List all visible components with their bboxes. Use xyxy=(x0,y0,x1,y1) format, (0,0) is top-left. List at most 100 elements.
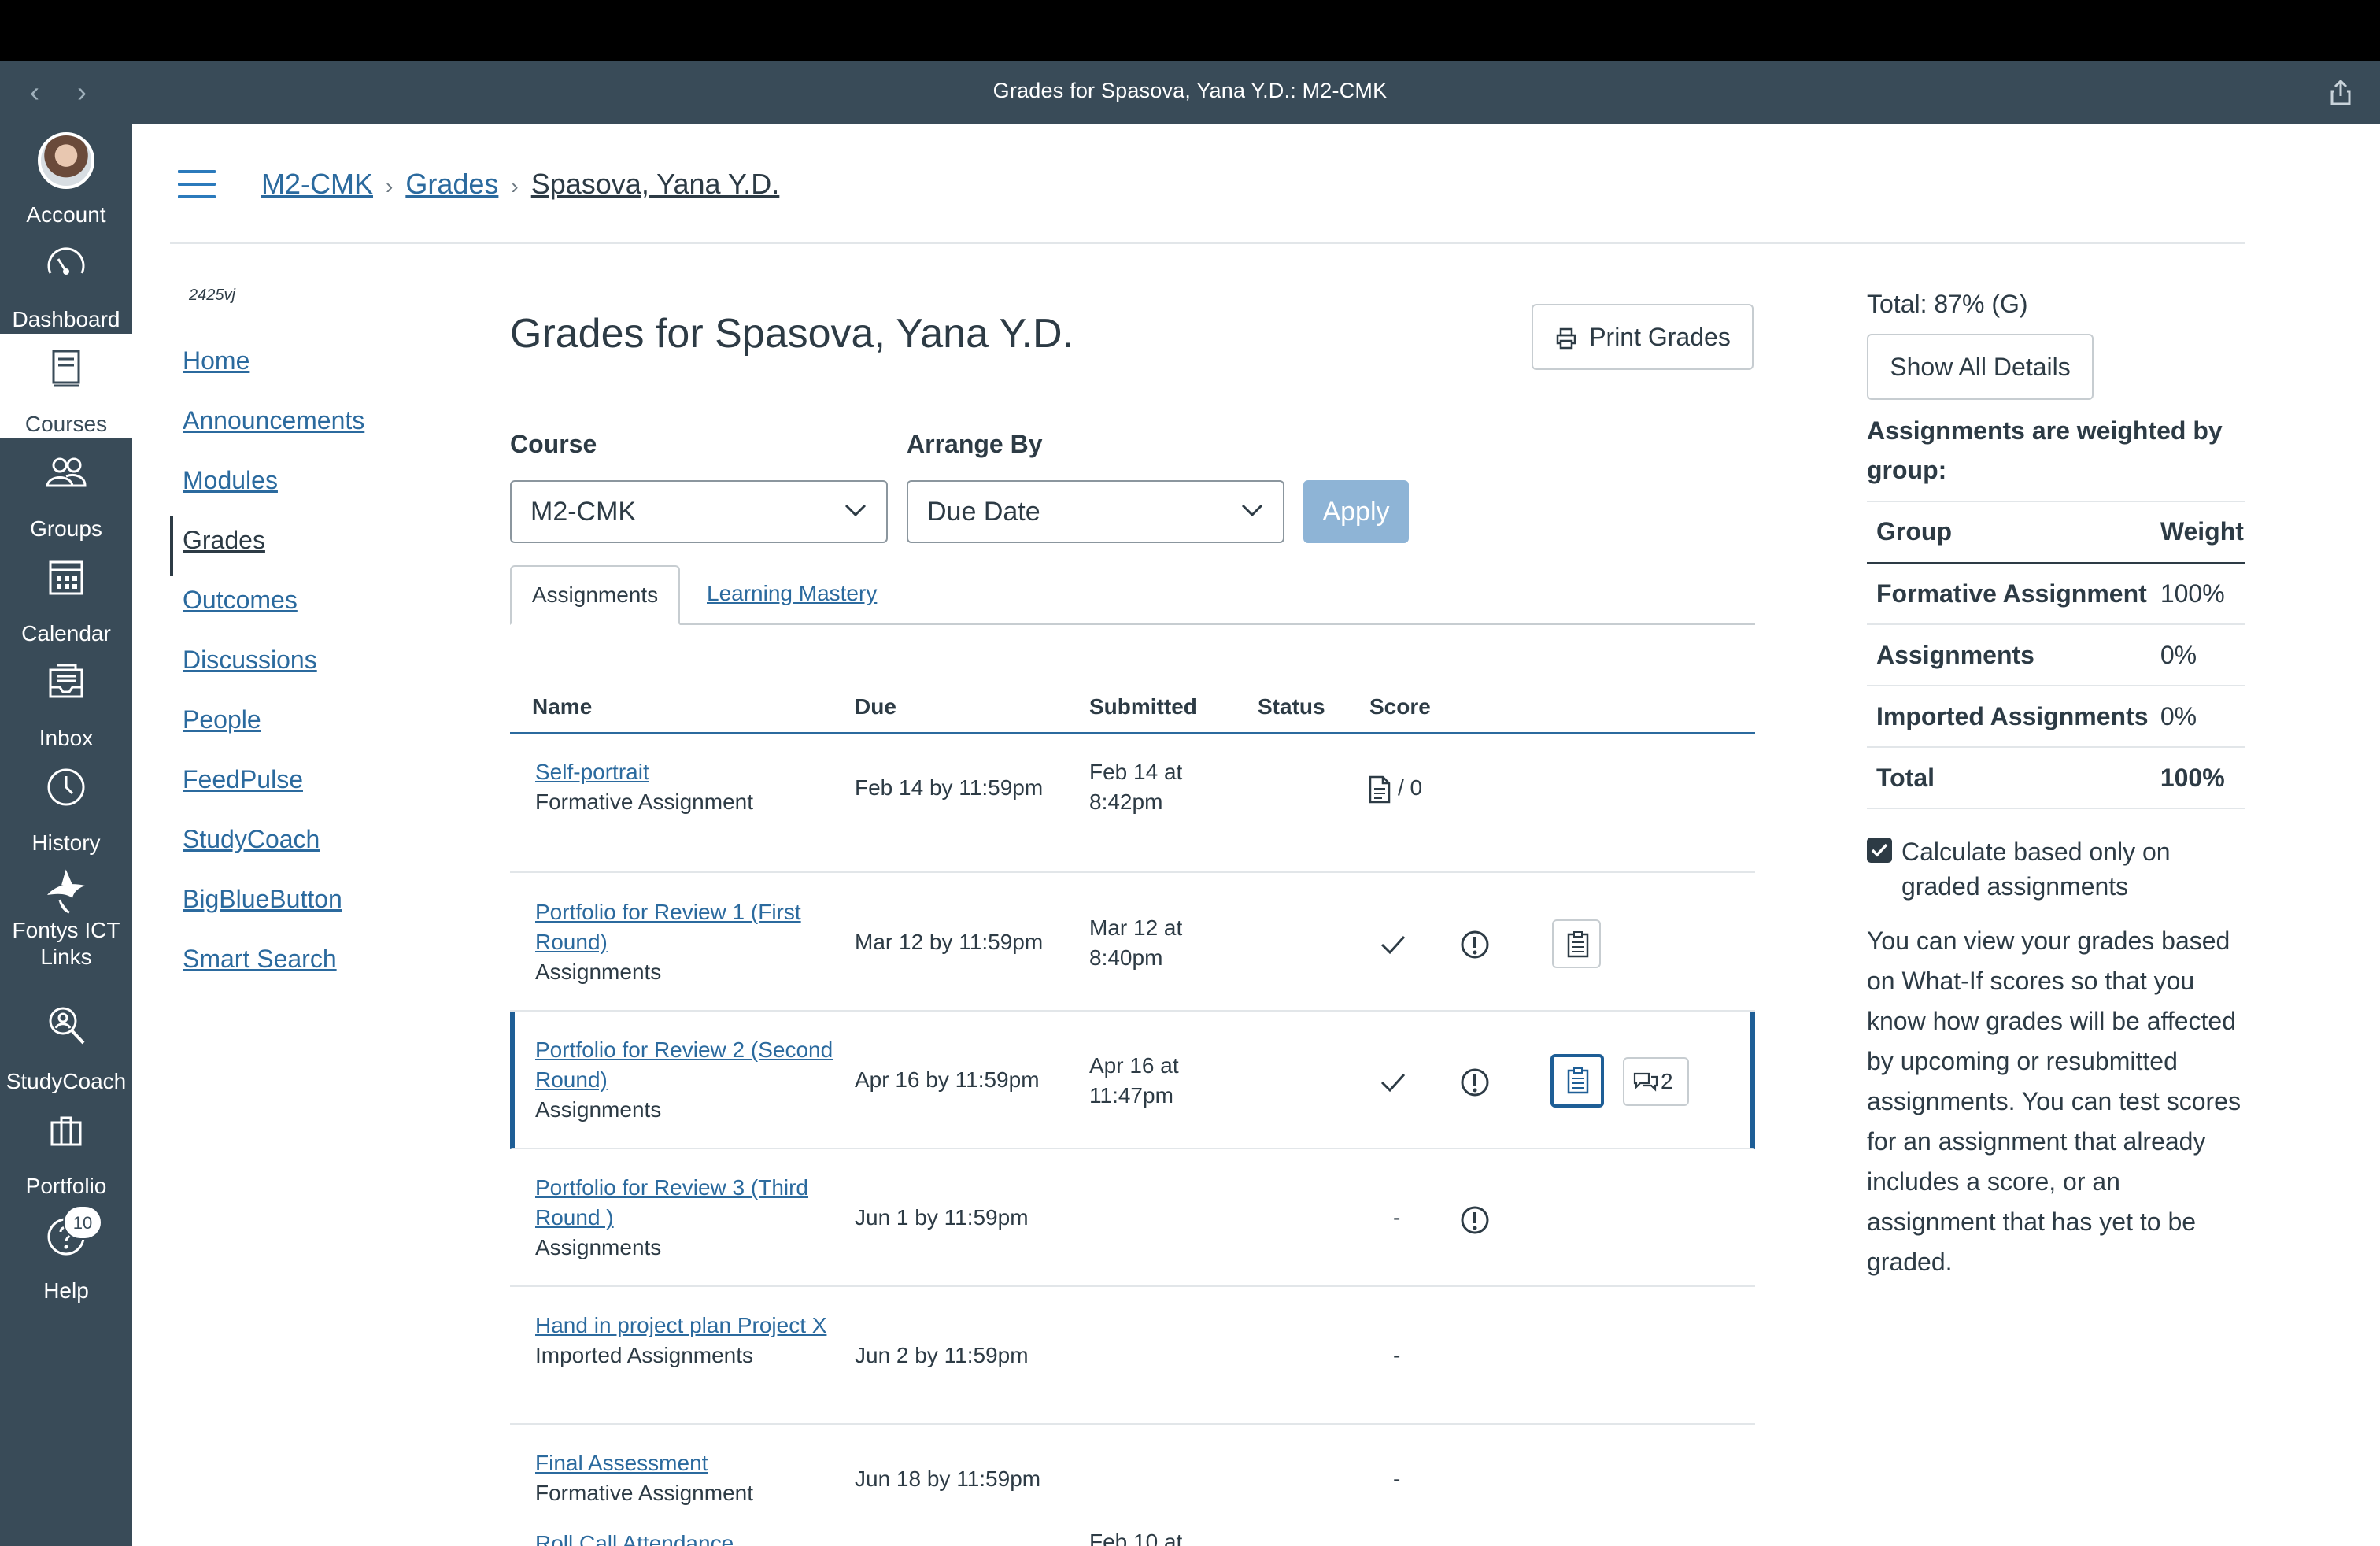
comments-button[interactable]: 2 xyxy=(1623,1057,1689,1106)
portfolio-icon xyxy=(50,1116,82,1146)
global-nav-label: Courses xyxy=(24,412,108,436)
calculate-graded-only-checkbox[interactable] xyxy=(1867,838,1892,863)
due-date: Jun 18 by 11:59pm xyxy=(855,1466,1041,1491)
course-select[interactable]: M2-CMK xyxy=(510,480,888,543)
global-nav-account[interactable]: Account xyxy=(0,124,132,229)
warning-icon[interactable] xyxy=(1459,929,1491,960)
arrange-by-select[interactable]: Due Date xyxy=(907,480,1284,543)
submitted-date: Apr 16 at 11:47pm xyxy=(1089,1053,1179,1108)
global-nav-inbox[interactable]: Inbox xyxy=(0,648,132,753)
global-nav-dashboard[interactable]: Dashboard xyxy=(0,229,132,334)
assignment-link[interactable]: Roll Call Attendance xyxy=(535,1529,834,1546)
global-nav-portfolio[interactable]: Portfolio xyxy=(0,1096,132,1200)
weight-group: Imported Assignments xyxy=(1867,685,2151,747)
assignment-link[interactable]: Portfolio for Review 3 (Third Round ) xyxy=(535,1173,834,1233)
assignment-link[interactable]: Portfolio for Review 2 (Second Round) xyxy=(535,1035,834,1095)
rubric-button[interactable] xyxy=(1552,919,1601,968)
comment-icon xyxy=(1633,1072,1658,1092)
column-header-name[interactable]: Name xyxy=(532,694,592,719)
shark-icon xyxy=(47,869,85,914)
global-nav-groups[interactable]: Groups xyxy=(0,438,132,543)
global-nav-studycoach[interactable]: StudyCoach xyxy=(0,991,132,1096)
global-navigation: Account Dashboard Courses Groups Calenda… xyxy=(0,124,132,1546)
course-nav-studycoach[interactable]: StudyCoach xyxy=(170,816,453,875)
weights-column-weight: Weight xyxy=(2150,501,2245,564)
weight-value: 100% xyxy=(2150,746,2245,809)
course-nav-grades[interactable]: Grades xyxy=(170,516,453,576)
weighted-heading: Assignments are weighted by group: xyxy=(1867,416,2223,484)
column-header-status[interactable]: Status xyxy=(1258,694,1325,719)
chevron-down-icon xyxy=(844,504,867,517)
course-menu-toggle[interactable] xyxy=(178,170,219,202)
history-icon xyxy=(47,768,85,806)
weight-group: Total xyxy=(1867,746,2151,809)
inbox-icon xyxy=(49,664,83,698)
course-nav-people[interactable]: People xyxy=(170,696,453,756)
column-header-due[interactable]: Due xyxy=(855,694,896,719)
due-date: Jun 1 by 11:59pm xyxy=(855,1205,1029,1230)
course-nav-modules[interactable]: Modules xyxy=(170,457,453,516)
column-header-submitted[interactable]: Submitted xyxy=(1089,694,1197,719)
assignment-group: Formative Assignment xyxy=(535,790,753,814)
course-nav-smart-search[interactable]: Smart Search xyxy=(170,935,453,995)
course-nav-bigbluebutton[interactable]: BigBlueButton xyxy=(170,875,453,935)
tabs-divider xyxy=(510,623,1755,625)
global-nav-fontys-ict-links[interactable]: Fontys ICT Links xyxy=(0,857,132,991)
calculate-graded-only-label[interactable]: Calculate based only on graded assignmen… xyxy=(1901,834,2248,904)
score-value: - xyxy=(1393,1466,1401,1491)
score-value: - xyxy=(1393,1205,1401,1230)
weight-value: 100% xyxy=(2150,562,2245,624)
header-divider xyxy=(170,242,2245,244)
rubric-icon xyxy=(1567,931,1589,958)
table-row: Portfolio for Review 3 (Third Round ) As… xyxy=(510,1149,1755,1287)
score-value: / 0 xyxy=(1398,775,1423,800)
course-nav-home[interactable]: Home xyxy=(170,337,453,397)
course-nav-outcomes[interactable]: Outcomes xyxy=(170,576,453,636)
global-nav-help[interactable]: 10 Help xyxy=(0,1200,132,1305)
course-nav-feedpulse[interactable]: FeedPulse xyxy=(170,756,453,816)
weights-column-group: Group xyxy=(1867,501,2151,564)
group-weights-table: Group Weight Formative Assignment 100% A… xyxy=(1867,501,2245,809)
breadcrumb-grades[interactable]: Grades xyxy=(405,168,498,200)
global-nav-courses[interactable]: Courses xyxy=(0,334,132,438)
show-all-details-button[interactable]: Show All Details xyxy=(1867,334,2094,400)
assignment-link[interactable]: Portfolio for Review 1 (First Round) xyxy=(535,897,834,957)
help-notification-badge: 10 xyxy=(63,1205,102,1240)
global-nav-label: Dashboard xyxy=(12,307,120,331)
assignment-link[interactable]: Self-portrait xyxy=(535,757,834,787)
browser-title-bar: ‹ › Grades for Spasova, Yana Y.D.: M2-CM… xyxy=(0,61,2380,124)
breadcrumb-separator-icon: › xyxy=(386,174,394,198)
course-nav-discussions[interactable]: Discussions xyxy=(170,636,453,696)
breadcrumb-course[interactable]: M2-CMK xyxy=(261,168,373,200)
due-date: Apr 16 by 11:59pm xyxy=(855,1067,1040,1092)
score-value: - xyxy=(1393,1343,1401,1367)
global-nav-calendar[interactable]: Calendar xyxy=(0,543,132,648)
column-header-score[interactable]: Score xyxy=(1369,694,1431,719)
assignment-link[interactable]: Final Assessment xyxy=(535,1448,834,1478)
what-if-description: You can view your grades based on What-I… xyxy=(1867,926,2241,1276)
arrange-by-value: Due Date xyxy=(927,497,1040,527)
assignment-group: Assignments xyxy=(535,1097,662,1122)
apply-button[interactable]: Apply xyxy=(1303,480,1409,543)
breadcrumb-student[interactable]: Spasova, Yana Y.D. xyxy=(531,168,780,200)
global-nav-label: Fontys ICT Links xyxy=(12,918,120,969)
assignment-link[interactable]: Hand in project plan Project X xyxy=(535,1311,834,1341)
print-grades-button[interactable]: Print Grades xyxy=(1532,304,1754,370)
course-nav-announcements[interactable]: Announcements xyxy=(170,397,453,457)
due-date: Jun 2 by 11:59pm xyxy=(855,1343,1029,1367)
warning-icon[interactable] xyxy=(1459,1204,1491,1236)
warning-icon[interactable] xyxy=(1459,1067,1491,1098)
arrange-by-label: Arrange By xyxy=(907,430,1043,458)
weight-total-row: Total 100% xyxy=(1867,746,2245,809)
global-nav-label: Help xyxy=(43,1278,89,1303)
tab-learning-mastery[interactable]: Learning Mastery xyxy=(707,581,877,606)
tab-assignments[interactable]: Assignments xyxy=(510,565,680,625)
os-menu-bar xyxy=(0,0,2380,61)
rubric-button[interactable] xyxy=(1550,1054,1604,1108)
window-title: Grades for Spasova, Yana Y.D.: M2-CMK xyxy=(992,79,1388,102)
breadcrumb-separator-icon: › xyxy=(511,174,519,198)
share-icon[interactable] xyxy=(2325,77,2356,109)
global-nav-history[interactable]: History xyxy=(0,753,132,857)
breadcrumb: M2-CMK › Grades › Spasova, Yana Y.D. xyxy=(261,164,779,207)
page-title: Grades for Spasova, Yana Y.D. xyxy=(510,311,1074,357)
